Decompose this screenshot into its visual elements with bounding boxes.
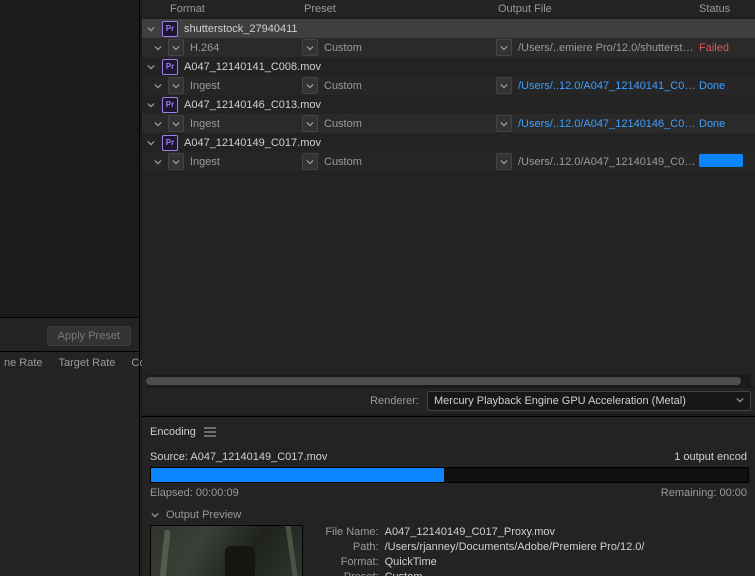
status-done[interactable]: Done bbox=[699, 118, 755, 130]
queue-group[interactable]: Pr A047_12140149_C017.mov bbox=[142, 133, 755, 152]
premiere-icon: Pr bbox=[162, 97, 178, 113]
output-dropdown[interactable] bbox=[496, 77, 512, 94]
remaining-value: 00:00 bbox=[719, 487, 747, 499]
preset-dropdown[interactable] bbox=[302, 115, 318, 132]
progress-pill bbox=[699, 154, 743, 167]
meta-preset: Custom bbox=[385, 570, 423, 576]
queue-group[interactable]: Pr A047_12140146_C013.mov bbox=[142, 95, 755, 114]
chevron-down-icon[interactable] bbox=[153, 43, 163, 53]
apply-preset-button[interactable]: Apply Preset bbox=[47, 326, 131, 346]
left-panel: Apply Preset ne Rate Target Rate Com bbox=[0, 0, 140, 576]
renderer-select[interactable]: Mercury Playback Engine GPU Acceleration… bbox=[427, 391, 751, 411]
chevron-down-icon bbox=[736, 395, 744, 407]
status-progress bbox=[699, 154, 755, 170]
output-path[interactable]: /Users/..12.0/A047_12140141_C008_Proxy.m… bbox=[518, 80, 699, 92]
chevron-down-icon[interactable] bbox=[153, 81, 163, 91]
queue-item[interactable]: Ingest Custom /Users/..12.0/A047_1214014… bbox=[142, 114, 755, 133]
output-preview-thumbnail bbox=[150, 525, 303, 576]
queue-group[interactable]: Pr shutterstock_27940411 bbox=[142, 19, 755, 38]
output-dropdown[interactable] bbox=[496, 153, 512, 170]
scrollbar-thumb[interactable] bbox=[146, 377, 741, 385]
output-path[interactable]: /Users/..emiere Pro/12.0/shutterstock_27… bbox=[518, 42, 699, 54]
queue-header: Format Preset Output File Status bbox=[142, 0, 755, 19]
output-dropdown[interactable] bbox=[496, 115, 512, 132]
renderer-label: Renderer: bbox=[370, 395, 419, 407]
format-dropdown[interactable] bbox=[168, 115, 184, 132]
group-name: shutterstock_27940411 bbox=[184, 23, 298, 35]
meta-preset-label: Preset: bbox=[315, 570, 379, 576]
group-name: A047_12140146_C013.mov bbox=[184, 99, 321, 111]
chevron-down-icon[interactable] bbox=[146, 100, 156, 110]
preset-value: Custom bbox=[324, 156, 362, 168]
output-dropdown[interactable] bbox=[496, 39, 512, 56]
format-value: Ingest bbox=[190, 80, 220, 92]
format-dropdown[interactable] bbox=[168, 77, 184, 94]
source-label: Source: bbox=[150, 451, 188, 463]
output-preview-label: Output Preview bbox=[166, 509, 241, 521]
preset-value: Custom bbox=[324, 118, 362, 130]
header-status[interactable]: Status bbox=[699, 3, 755, 15]
chevron-down-icon[interactable] bbox=[150, 510, 160, 520]
col-target-rate: Target Rate bbox=[59, 357, 116, 369]
meta-format: QuickTime bbox=[385, 555, 437, 570]
encoding-title: Encoding bbox=[150, 426, 196, 438]
elapsed-value: 00:00:09 bbox=[196, 487, 239, 499]
output-count: 1 output encod bbox=[674, 451, 747, 463]
meta-file-name: A047_12140149_C017_Proxy.mov bbox=[385, 525, 555, 540]
header-output[interactable]: Output File bbox=[498, 3, 699, 15]
preset-dropdown[interactable] bbox=[302, 39, 318, 56]
encoding-panel: Encoding Source: A047_12140149_C017.mov … bbox=[142, 416, 755, 576]
preset-value: Custom bbox=[324, 42, 362, 54]
panel-menu-icon[interactable] bbox=[204, 427, 216, 437]
premiere-icon: Pr bbox=[162, 59, 178, 75]
left-top-section bbox=[0, 0, 139, 318]
header-format[interactable]: Format bbox=[168, 3, 304, 15]
group-name: A047_12140149_C017.mov bbox=[184, 137, 321, 149]
chevron-down-icon[interactable] bbox=[146, 62, 156, 72]
group-name: A047_12140141_C008.mov bbox=[184, 61, 321, 73]
queue-item[interactable]: H.264 Custom /Users/..emiere Pro/12.0/sh… bbox=[142, 38, 755, 57]
chevron-down-icon[interactable] bbox=[153, 119, 163, 129]
queue-item[interactable]: Ingest Custom /Users/..12.0/A047_1214014… bbox=[142, 76, 755, 95]
elapsed-label: Elapsed: bbox=[150, 487, 193, 499]
status-done[interactable]: Done bbox=[699, 80, 755, 92]
chevron-down-icon[interactable] bbox=[153, 157, 163, 167]
preset-dropdown[interactable] bbox=[302, 77, 318, 94]
col-ne-rate: ne Rate bbox=[4, 357, 43, 369]
queue-item[interactable]: Ingest Custom /Users/..12.0/A047_1214014… bbox=[142, 152, 755, 171]
source-value: A047_12140149_C017.mov bbox=[190, 451, 327, 463]
format-dropdown[interactable] bbox=[168, 153, 184, 170]
meta-path-label: Path: bbox=[315, 540, 379, 555]
queue-group[interactable]: Pr A047_12140141_C008.mov bbox=[142, 57, 755, 76]
output-path[interactable]: /Users/..12.0/A047_12140149_C017_Proxy.m… bbox=[518, 156, 699, 168]
meta-file-name-label: File Name: bbox=[315, 525, 379, 540]
format-value: H.264 bbox=[190, 42, 219, 54]
premiere-icon: Pr bbox=[162, 135, 178, 151]
remaining-label: Remaining: bbox=[661, 487, 717, 499]
preset-dropdown[interactable] bbox=[302, 153, 318, 170]
queue-body[interactable]: Pr shutterstock_27940411 H.264 Custom /U… bbox=[142, 19, 755, 375]
status-failed[interactable]: Failed bbox=[699, 42, 755, 54]
format-dropdown[interactable] bbox=[168, 39, 184, 56]
meta-path: /Users/rjanney/Documents/Adobe/Premiere … bbox=[385, 540, 645, 555]
header-preset[interactable]: Preset bbox=[304, 3, 498, 15]
format-value: Ingest bbox=[190, 156, 220, 168]
preset-value: Custom bbox=[324, 80, 362, 92]
renderer-value: Mercury Playback Engine GPU Acceleration… bbox=[434, 395, 686, 407]
chevron-down-icon[interactable] bbox=[146, 138, 156, 148]
preset-columns: ne Rate Target Rate Com bbox=[0, 352, 139, 374]
queue-panel: Format Preset Output File Status Pr shut… bbox=[142, 0, 755, 414]
encoding-progress-fill bbox=[151, 468, 444, 482]
format-value: Ingest bbox=[190, 118, 220, 130]
output-path[interactable]: /Users/..12.0/A047_12140146_C013_Proxy.m… bbox=[518, 118, 699, 130]
output-metadata: File Name: A047_12140149_C017_Proxy.mov P… bbox=[315, 525, 747, 576]
encoding-progress-bar bbox=[150, 467, 749, 483]
meta-format-label: Format: bbox=[315, 555, 379, 570]
chevron-down-icon[interactable] bbox=[146, 24, 156, 34]
left-bottom-section: Apply Preset ne Rate Target Rate Com bbox=[0, 318, 139, 374]
premiere-icon: Pr bbox=[162, 21, 178, 37]
horizontal-scrollbar[interactable] bbox=[146, 375, 751, 387]
